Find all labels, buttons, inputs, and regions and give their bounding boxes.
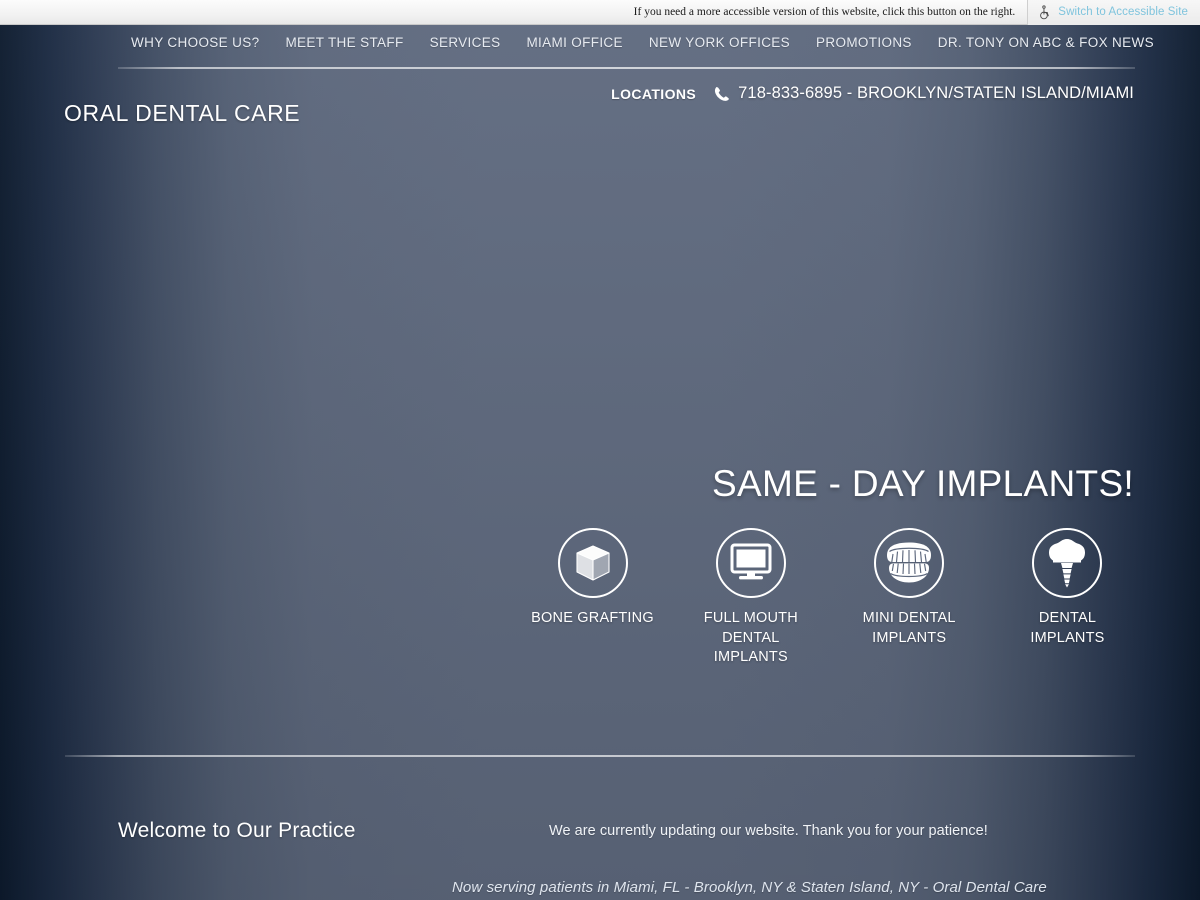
site-logo[interactable]: ORAL DENTAL CARE (64, 100, 300, 127)
phone-icon (714, 86, 729, 101)
switch-to-accessible-site-button[interactable]: Switch to Accessible Site (1027, 0, 1200, 25)
nav-item-dr-tony-news[interactable]: DR. TONY ON ABC & FOX NEWS (925, 34, 1167, 52)
service-label: BONE GRAFTING (531, 610, 654, 626)
nav-item-miami-office[interactable]: MIAMI OFFICE (513, 34, 635, 52)
service-label: DENTAL IMPLANTS (1030, 610, 1105, 646)
locations-link[interactable]: LOCATIONS (611, 86, 696, 102)
service-icon-row: BONE GRAFTING FULL MOUTHDENTALIMPLANTS (525, 528, 1135, 668)
dental-implant-icon-circle (1032, 528, 1103, 598)
phone-number: 718-833-6895 - BROOKLYN/STATEN ISLAND/MI… (738, 84, 1134, 102)
nav-item-meet-the-staff[interactable]: MEET THE STAFF (272, 34, 416, 52)
cube-icon-circle (557, 528, 628, 598)
serving-areas-text: Now serving patients in Miami, FL - Broo… (452, 879, 1047, 896)
accessible-site-label: Switch to Accessible Site (1058, 6, 1188, 18)
accessibility-bar: If you need a more accessible version of… (0, 0, 1200, 25)
service-mini-dental-implants[interactable]: MINI DENTAL IMPLANTS (842, 528, 977, 648)
phone-link[interactable]: 718-833-6895 - BROOKLYN/STATEN ISLAND/MI… (714, 84, 1134, 103)
nav-item-services[interactable]: SERVICES (417, 34, 514, 52)
service-full-mouth-dental-implants[interactable]: FULL MOUTH DENTAL IMPLANTS (683, 528, 818, 668)
welcome-body-text: We are currently updating our website. T… (549, 823, 988, 839)
teeth-icon-circle (874, 528, 945, 598)
main-navigation: WHY CHOOSE US? MEET THE STAFF SERVICES M… (118, 34, 1154, 68)
service-dental-implants[interactable]: DENTAL IMPLANTS (1000, 528, 1135, 648)
teeth-icon (883, 541, 935, 585)
welcome-heading: Welcome to Our Practice (118, 819, 356, 842)
hero-title: SAME - DAY IMPLANTS! (712, 463, 1134, 504)
wheelchair-icon (1038, 4, 1051, 20)
monitor-icon-circle (715, 528, 786, 598)
service-label: FULL MOUTH DENTAL IMPLANTS (703, 610, 798, 665)
service-bone-grafting[interactable]: BONE GRAFTING (525, 528, 660, 629)
monitor-icon (728, 542, 774, 584)
nav-item-why-choose-us[interactable]: WHY CHOOSE US? (118, 34, 272, 52)
nav-item-new-york-offices[interactable]: NEW YORK OFFICES (636, 34, 803, 52)
nav-divider (118, 67, 1135, 69)
section-divider (65, 755, 1135, 757)
accessibility-note: If you need a more accessible version of… (633, 6, 1016, 18)
nav-item-promotions[interactable]: PROMOTIONS (803, 34, 925, 52)
cube-icon (570, 540, 616, 586)
dental-implant-icon (1044, 537, 1090, 589)
page-root: If you need a more accessible version of… (0, 0, 1200, 900)
contact-row: LOCATIONS 718-833-6895 - BROOKLYN/STATEN… (611, 84, 1134, 103)
service-label: MINI DENTAL IMPLANTS (862, 610, 956, 646)
